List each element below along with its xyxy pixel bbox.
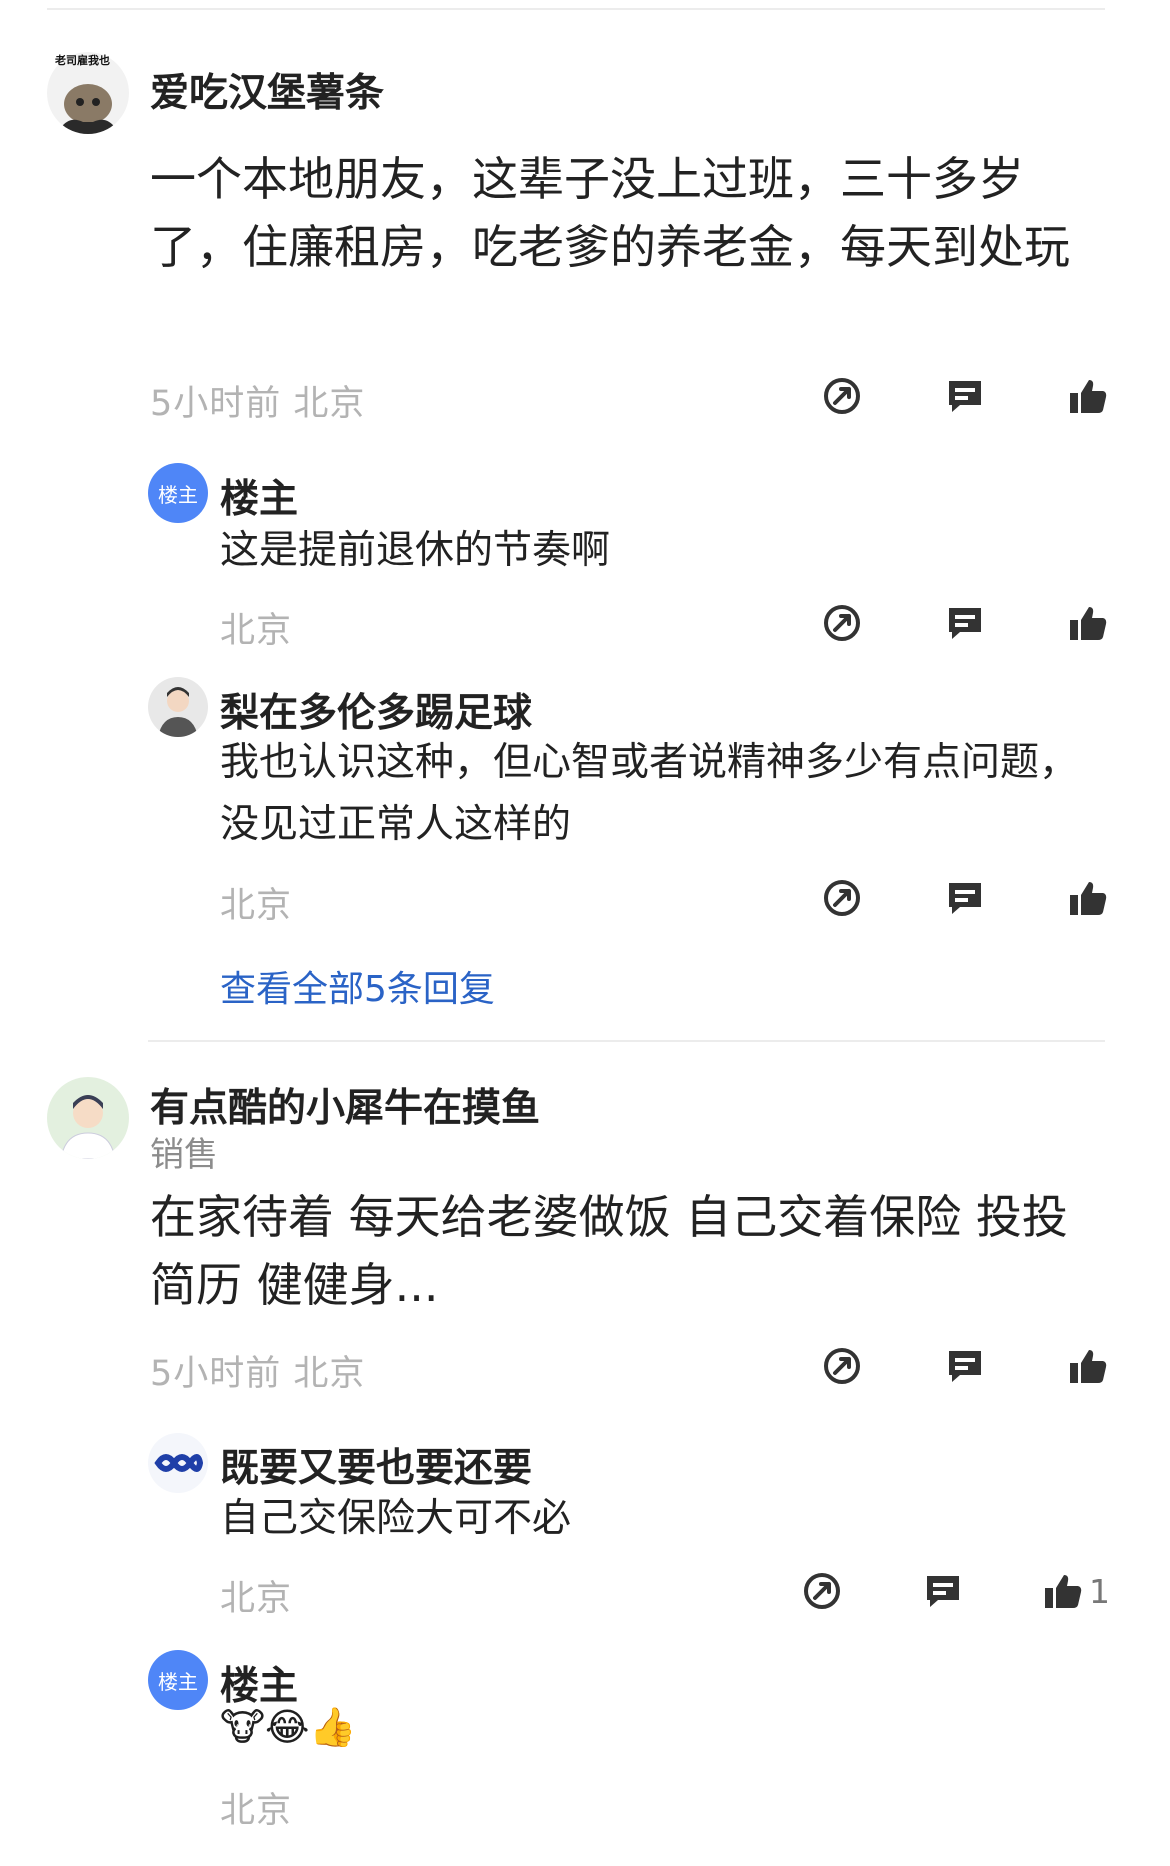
comment-divider (148, 1040, 1105, 1042)
like-button[interactable]: 1 (1041, 1569, 1110, 1613)
comment-body: 在家待着 每天给老婆做饭 自己交着保险 投投简历 健健身... (150, 1190, 1068, 1312)
thumbs-up-icon[interactable] (1041, 1569, 1085, 1613)
thumbs-up-icon[interactable] (1066, 374, 1110, 418)
reply-meta: 北京 (220, 1579, 293, 1619)
reply-avatar[interactable] (148, 1433, 208, 1493)
reply-author[interactable]: 梨在多伦多踢足球 (220, 682, 532, 738)
owner-badge: 楼主 (148, 1650, 208, 1710)
thumbs-up-icon[interactable] (1066, 1344, 1110, 1388)
comment-actions (820, 1343, 1110, 1389)
comment-meta: 5小时前 北京 (150, 384, 366, 424)
reply-body: 自己交保险大可不必 (220, 1496, 572, 1541)
reply-meta: 北京 (220, 611, 293, 651)
comment-icon[interactable] (943, 1344, 987, 1388)
thumbs-up-icon[interactable] (1066, 876, 1110, 920)
share-icon[interactable] (820, 374, 864, 418)
reply-author[interactable]: 楼主 (220, 468, 298, 524)
comment-meta: 5小时前 北京 (150, 1354, 366, 1394)
reply-body: 这是提前退休的节奏啊 (220, 528, 611, 573)
avatar-caption: 老司雇我也 (55, 54, 110, 67)
comment-author[interactable]: 有点酷的小犀牛在摸鱼 (150, 1077, 540, 1133)
reply-body: 🐮😂👍 (220, 1705, 357, 1749)
reply-actions (820, 600, 1110, 646)
share-icon[interactable] (800, 1569, 844, 1613)
share-icon[interactable] (820, 876, 864, 920)
comment-icon[interactable] (921, 1569, 965, 1613)
reply-meta: 北京 (220, 886, 293, 926)
owner-badge: 楼主 (148, 463, 208, 523)
view-all-replies-link[interactable]: 查看全部5条回复 (220, 960, 495, 1012)
thumbs-up-icon[interactable] (1066, 601, 1110, 645)
comment-body: 一个本地朋友，这辈子没上过班，三十多岁了，住廉租房，吃老爹的养老金，每天到处玩 (150, 152, 1070, 274)
comment-icon[interactable] (943, 374, 987, 418)
avatar[interactable] (47, 1077, 129, 1159)
reply-author[interactable]: 楼主 (220, 1655, 298, 1711)
reply-avatar[interactable] (148, 677, 208, 737)
reply-meta: 北京 (220, 1791, 293, 1831)
top-divider (47, 8, 1105, 10)
share-icon[interactable] (820, 1344, 864, 1388)
share-icon[interactable] (820, 601, 864, 645)
reply-author[interactable]: 既要又要也要还要 (220, 1437, 532, 1493)
author-tag: 销售 (150, 1135, 218, 1175)
reply-actions (820, 875, 1110, 921)
comment-actions (820, 373, 1110, 419)
comment-icon[interactable] (943, 601, 987, 645)
like-count: 1 (1089, 1571, 1110, 1611)
reply-body: 我也认识这种，但心智或者说精神多少有点问题，没见过正常人这样的 (220, 740, 1079, 847)
comment-author[interactable]: 爱吃汉堡薯条 (150, 62, 384, 118)
comment-icon[interactable] (943, 876, 987, 920)
reply-actions: 1 (800, 1568, 1110, 1614)
